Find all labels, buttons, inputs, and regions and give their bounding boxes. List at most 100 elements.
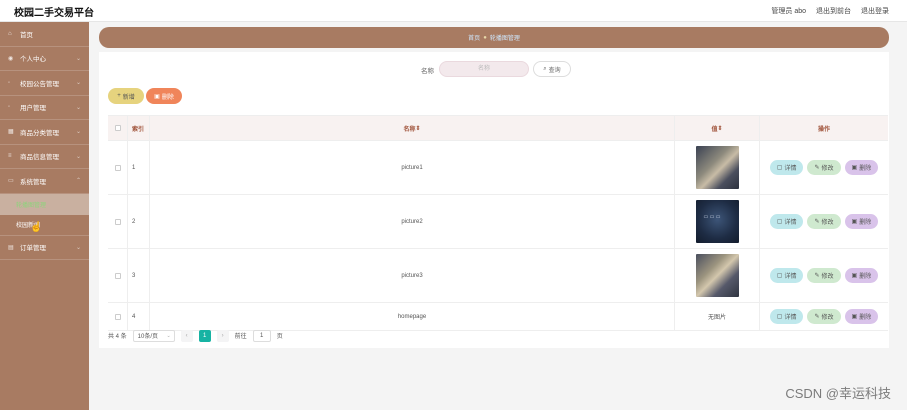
row-checkbox[interactable] [114,218,121,225]
row-actions: ▢ 详情 ✎ 修改 ▣ 删除 [760,303,888,330]
sidebar-item-label: 校园公告管理 [20,80,59,88]
delete-button[interactable]: ▣ 删除 [844,309,879,324]
detail-label: 详情 [784,274,797,280]
select-all-cell [108,116,128,140]
chevron-down-icon: ⌄ [75,153,81,160]
user-icon: ◉ [8,55,14,62]
table-header: 索引 名称 ⇕ 值 ⇕ 操作 [108,116,888,141]
search-button[interactable]: ⌕ 查询 [533,61,571,77]
select-all-checkbox[interactable] [114,125,121,131]
sidebar-item-orders[interactable]: ▤ 订单管理 ⌄ [0,236,89,260]
column-header-actions: 操作 [817,126,830,133]
goto-unit: 页 [276,334,283,340]
carousel-thumbnail [695,254,739,297]
detail-button[interactable]: ▢ 详情 [769,214,804,229]
search-icon: ⌕ [543,65,547,72]
trash-icon: ▣ [851,314,858,320]
system-icon: ▭ [8,178,14,185]
row-index: 4 [128,303,150,330]
bell-icon: ◦ [8,79,11,86]
edit-icon: ✎ [814,165,820,171]
column-header-value[interactable]: 值 ⇕ [675,116,760,140]
row-name: homepage [150,303,675,330]
row-name: picture3 [150,249,675,302]
delete-label: 删除 [859,166,872,172]
pagination: 共 4 条 10条/页 ⌄ ‹ 1 › 前往 1 页 [108,329,283,342]
add-button-label: 新增 [122,94,135,101]
detail-icon: ▢ [776,219,783,225]
sidebar-item-label: 商品分类管理 [20,129,59,137]
row-index: 2 [128,195,150,248]
prev-page-button[interactable]: ‹ [180,329,193,342]
row-checkbox[interactable] [114,164,121,171]
sidebar-subitem-carousel[interactable]: 轮播图管理 [0,193,89,215]
goto-page-input[interactable]: 1 [252,329,271,342]
delete-button[interactable]: ▣ 删除 [844,160,879,175]
chevron-down-icon: ⌄ [75,244,81,251]
row-index: 3 [128,249,150,302]
next-page-button[interactable]: › [216,329,229,342]
sidebar-item-category[interactable]: ▦ 商品分类管理 ⌄ [0,120,89,145]
chevron-down-icon: ⌄ [75,55,81,62]
data-table: 索引 名称 ⇕ 值 ⇕ 操作 1 picture1 ▢ 详情 ✎ 修改 ▣ 删除 2 [108,115,888,331]
sort-icon: ⇕ [717,125,723,132]
row-name: picture1 [150,141,675,194]
table-row: 2 picture2 ▭ ▭ ▭ ▢ 详情 ✎ 修改 ▣ 删除 [108,195,888,249]
edit-button[interactable]: ✎ 修改 [807,309,841,324]
row-select-cell [108,249,128,302]
delete-button[interactable]: ▣ 删除 [844,268,879,283]
sidebar-item-notice[interactable]: ◦ 校园公告管理 ⌄ [0,71,89,96]
edit-button[interactable]: ✎ 修改 [807,160,841,175]
breadcrumb-home[interactable]: 首页 [468,33,480,42]
page-size-select[interactable]: 10条/页 ⌄ [132,329,175,342]
column-header-name[interactable]: 名称 ⇕ [150,116,675,140]
page-size-value: 10条/页 [137,334,159,340]
row-value [675,141,760,194]
sidebar-subitem-label: 轮播图管理 [16,202,47,209]
search-label: 名称 [421,68,434,75]
detail-button[interactable]: ▢ 详情 [769,268,804,283]
exit-front-link[interactable]: 退出到前台 [816,6,851,16]
logout-link[interactable]: 退出登录 [861,6,889,16]
sidebar-item-home[interactable]: ⌂ 首页 [0,22,89,47]
edit-label: 修改 [821,220,834,226]
detail-button[interactable]: ▢ 详情 [769,160,804,175]
edit-button[interactable]: ✎ 修改 [807,214,841,229]
row-actions: ▢ 详情 ✎ 修改 ▣ 删除 [760,249,888,302]
detail-label: 详情 [784,166,797,172]
detail-icon: ▢ [776,273,783,279]
sidebar-item-users[interactable]: ◦ 用户管理 ⌄ [0,96,89,120]
add-button[interactable]: + 新增 [108,88,144,104]
chevron-down-icon: ⌄ [75,129,81,135]
row-checkbox[interactable] [114,313,121,320]
edit-button[interactable]: ✎ 修改 [807,268,841,283]
row-checkbox[interactable] [114,272,121,279]
chevron-up-icon: ⌃ [75,178,81,184]
batch-delete-button[interactable]: ▣ 删除 [146,88,182,104]
top-right-menu: 管理员 abo 退出到前台 退出登录 [771,6,889,16]
search-row: 名称 名称 ⌕ 查询 [99,61,889,77]
sidebar-subitem-news[interactable]: 校园新闻 [0,215,89,236]
search-input[interactable]: 名称 [439,61,529,77]
goods-icon: ≡ [8,153,12,160]
content-panel: 名称 名称 ⌕ 查询 + 新增 ▣ 删除 索引 名称 ⇕ 值 ⇕ 操作 1 pi… [99,52,889,348]
brand-title: 校园二手交易平台 [14,8,94,19]
goto-label: 前往 [234,334,247,340]
edit-icon: ✎ [814,219,820,225]
sidebar-item-goods[interactable]: ≡ 商品信息管理 ⌄ [0,145,89,169]
edit-label: 修改 [821,166,834,172]
plus-icon: + [117,93,121,99]
trash-icon: ▣ [154,93,160,100]
sidebar-item-profile[interactable]: ◉ 个人中心 ⌄ [0,47,89,71]
page-number-current[interactable]: 1 [198,329,211,342]
detail-button[interactable]: ▢ 详情 [769,309,804,324]
mouse-pointer-icon: ☝ [30,222,43,233]
sort-icon: ⇕ [415,125,421,132]
detail-label: 详情 [784,220,797,226]
admin-user-label: 管理员 abo [771,8,806,15]
sidebar-item-system[interactable]: ▭ 系统管理 ⌃ [0,169,89,194]
row-actions: ▢ 详情 ✎ 修改 ▣ 删除 [760,141,888,194]
sidebar-item-label: 首页 [20,31,33,39]
column-header-label: 名称 [403,126,416,133]
delete-button[interactable]: ▣ 删除 [844,214,879,229]
